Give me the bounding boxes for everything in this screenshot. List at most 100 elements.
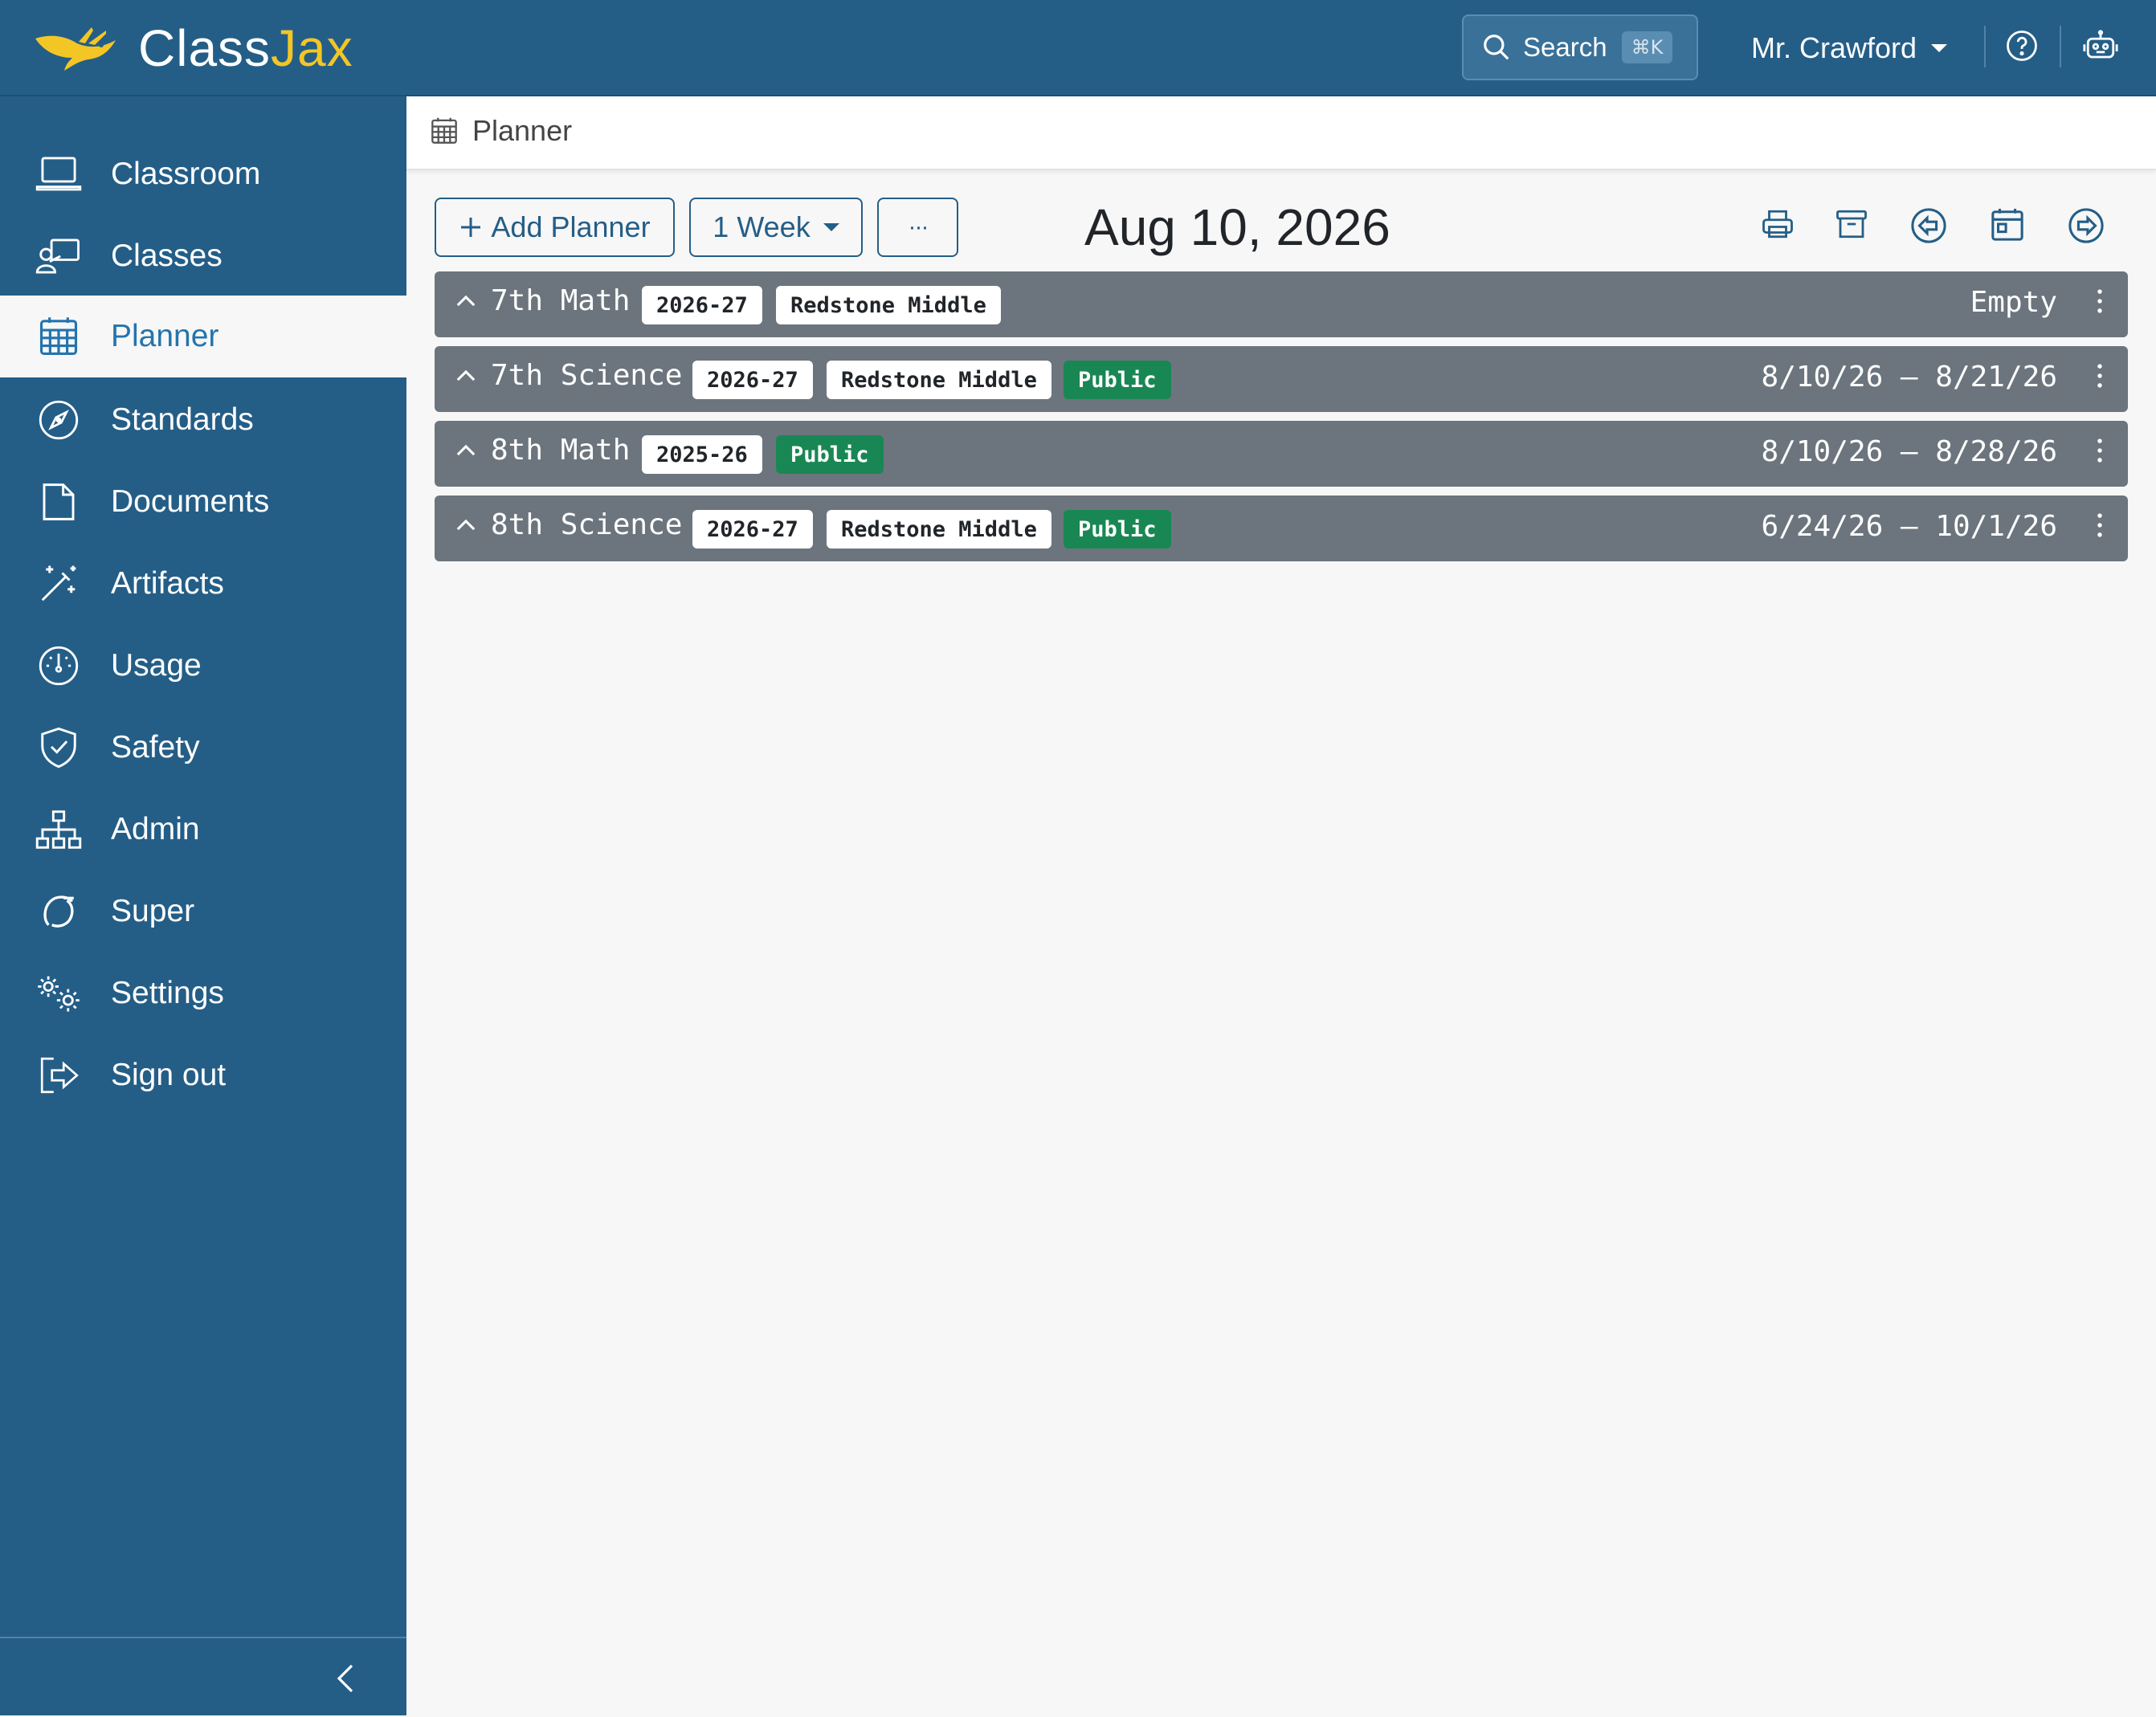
sidebar-item-label: Classroom (111, 157, 261, 191)
year-badge: 2026-27 (642, 286, 762, 324)
compass-icon (34, 395, 84, 445)
page-title: Planner (472, 114, 573, 147)
sidebar-item-label: Usage (111, 648, 202, 683)
plus-icon (459, 215, 483, 239)
sidebar-item-classroom[interactable]: Classroom (0, 133, 406, 215)
loop-icon (34, 887, 84, 936)
sidebar: Classroom Classes Planner Standards Docu… (0, 96, 406, 1715)
calendar-grid-icon (431, 116, 458, 145)
planner-title: 7th Science (491, 359, 683, 392)
sidebar-item-classes[interactable]: Classes (0, 215, 406, 297)
breadcrumb: Planner (431, 114, 572, 148)
sidebar-item-settings[interactable]: Settings (0, 952, 406, 1034)
breadcrumb-bar: Planner (406, 96, 2156, 170)
brand-name: ClassJax (138, 19, 353, 77)
sidebar-item-admin[interactable]: Admin (0, 789, 406, 871)
jackrabbit-logo-icon (35, 27, 116, 71)
arrow-right-circle-icon[interactable] (2068, 207, 2105, 244)
public-badge: Public (776, 435, 884, 474)
laptop-icon (34, 149, 84, 199)
divider (2060, 26, 2061, 67)
arrow-left-circle-icon[interactable] (1910, 207, 1947, 244)
diagram-icon (34, 805, 84, 854)
search-icon (1481, 32, 1512, 63)
sidebar-footer (0, 1637, 406, 1717)
magic-wand-icon (34, 559, 84, 609)
kebab-menu-icon[interactable] (2094, 362, 2105, 389)
planner-title: 8th Science (491, 508, 683, 541)
divider (1984, 26, 1986, 67)
add-planner-label: Add Planner (491, 210, 651, 243)
year-badge: 2025-26 (642, 435, 762, 474)
sidebar-item-label: Planner (111, 319, 219, 353)
chevron-up-icon[interactable] (452, 512, 480, 539)
user-name: Mr. Crawford (1751, 31, 1917, 64)
sidebar-item-label: Settings (111, 976, 224, 1010)
search-button[interactable]: Search ⌘K (1462, 14, 1698, 80)
archive-icon[interactable] (1835, 207, 1868, 241)
add-planner-button[interactable]: Add Planner (435, 198, 675, 257)
sidebar-item-label: Documents (111, 484, 270, 519)
chevron-up-icon[interactable] (452, 362, 480, 389)
sidebar-item-standards[interactable]: Standards (0, 379, 406, 461)
date-range: 8/10/26 – 8/21/26 (1761, 361, 2057, 394)
date-range: 8/10/26 – 8/28/26 (1761, 435, 2057, 468)
school-badge: Redstone Middle (776, 286, 1001, 324)
planner-row[interactable]: 7th Science 2026-27 Redstone Middle Publ… (435, 346, 2128, 412)
sidebar-item-label: Classes (111, 239, 223, 273)
file-icon (34, 477, 84, 527)
sidebar-item-planner[interactable]: Planner (0, 296, 406, 377)
more-options-button[interactable]: ··· (877, 198, 958, 257)
brand-logo[interactable]: ClassJax (32, 18, 353, 79)
sidebar-item-artifacts[interactable]: Artifacts (0, 543, 406, 625)
chevron-up-icon[interactable] (452, 437, 480, 464)
speedometer-icon (34, 641, 84, 691)
school-badge: Redstone Middle (827, 510, 1051, 549)
chevron-up-icon[interactable] (452, 288, 480, 315)
user-menu-dropdown[interactable]: Mr. Crawford (1751, 24, 1948, 72)
sidebar-item-label: Sign out (111, 1058, 227, 1092)
sidebar-item-label: Admin (111, 812, 200, 846)
sidebar-item-label: Artifacts (111, 566, 224, 601)
sidebar-item-usage[interactable]: Usage (0, 625, 406, 707)
printer-icon[interactable] (1761, 207, 1795, 241)
search-label: Search (1523, 32, 1607, 62)
sidebar-item-label: Super (111, 894, 195, 928)
shield-check-icon (34, 723, 84, 773)
sidebar-item-documents[interactable]: Documents (0, 461, 406, 543)
planner-title: 7th Math (491, 284, 631, 317)
public-badge: Public (1064, 510, 1171, 549)
calendar-today-icon[interactable] (1991, 207, 2024, 243)
calendar-grid-icon (34, 312, 84, 361)
top-navbar: ClassJax Search ⌘K Mr. Crawford (0, 0, 2156, 96)
ellipsis-icon: ··· (908, 214, 929, 240)
kebab-menu-icon[interactable] (2094, 288, 2105, 315)
year-badge: 2026-27 (692, 361, 813, 399)
sidebar-item-sign-out[interactable]: Sign out (0, 1034, 406, 1116)
range-label: 1 Week (713, 210, 811, 243)
planner-row[interactable]: 7th Math 2026-27 Redstone Middle Empty (435, 271, 2128, 337)
chevron-down-icon (1931, 44, 1948, 52)
kebab-menu-icon[interactable] (2094, 512, 2105, 539)
year-badge: 2026-27 (692, 510, 813, 549)
public-badge: Public (1064, 361, 1171, 399)
planner-title: 8th Math (491, 434, 631, 467)
date-range: Empty (1970, 286, 2057, 319)
planner-row[interactable]: 8th Science 2026-27 Redstone Middle Publ… (435, 496, 2128, 561)
robot-icon[interactable] (2082, 29, 2119, 63)
search-shortcut: ⌘K (1621, 31, 1673, 63)
help-icon[interactable] (2005, 29, 2039, 63)
current-date: Aug 10, 2026 (1084, 198, 1390, 256)
person-board-icon (34, 231, 84, 281)
chevron-down-icon (823, 223, 839, 231)
school-badge: Redstone Middle (827, 361, 1051, 399)
planner-row[interactable]: 8th Math 2025-26 Public 8/10/26 – 8/28/2… (435, 421, 2128, 487)
chevron-left-icon[interactable] (331, 1661, 363, 1696)
sign-out-icon (34, 1050, 84, 1100)
date-range: 6/24/26 – 10/1/26 (1761, 510, 2057, 543)
range-dropdown[interactable]: 1 Week (689, 198, 863, 257)
kebab-menu-icon[interactable] (2094, 437, 2105, 464)
sidebar-item-super[interactable]: Super (0, 871, 406, 952)
gears-icon (34, 969, 84, 1018)
sidebar-item-safety[interactable]: Safety (0, 707, 406, 789)
